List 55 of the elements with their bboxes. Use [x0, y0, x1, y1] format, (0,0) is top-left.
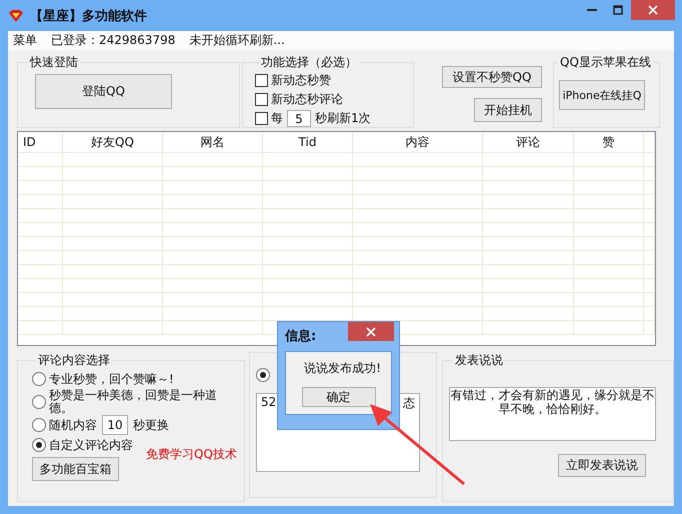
column-header[interactable]: 评论	[483, 132, 574, 152]
radio-button[interactable]	[32, 438, 46, 452]
column-header[interactable]: 内容	[353, 132, 483, 152]
iphone-online-button[interactable]: iPhone在线挂Q	[559, 80, 645, 110]
close-button[interactable]	[631, 0, 675, 20]
number-field[interactable]: 5	[287, 110, 311, 127]
login-button[interactable]: 登陆QQ	[35, 74, 172, 109]
column-header[interactable]: Tid	[263, 132, 353, 152]
checkbox[interactable]	[255, 93, 268, 106]
number-field[interactable]: 10	[102, 415, 128, 435]
close-button[interactable]	[348, 322, 394, 341]
minimize-icon	[587, 9, 597, 11]
close-icon	[366, 326, 376, 336]
checkbox-label: 新动态秒赞	[271, 72, 331, 89]
radio-button[interactable]	[32, 372, 46, 386]
app-icon	[8, 10, 24, 22]
group-title: 评论内容选择	[37, 352, 111, 369]
radio-label: 秒更换	[133, 416, 169, 434]
publish-button[interactable]: 立即发表说说	[558, 454, 646, 477]
radio-button[interactable]	[256, 368, 270, 382]
close-icon	[648, 5, 658, 15]
menu-item[interactable]: 菜单	[13, 32, 37, 49]
checkbox[interactable]	[255, 74, 268, 87]
promo-text: 免费学习QQ技术	[146, 446, 237, 463]
maximize-icon	[613, 5, 623, 15]
ok-button[interactable]: 确定	[302, 387, 376, 407]
column-header[interactable]: ID	[18, 132, 63, 152]
group-title: QQ显示苹果在线	[559, 54, 652, 71]
text-fragment: 52	[261, 395, 276, 409]
action-button[interactable]: 开始挂机	[474, 98, 542, 122]
toolbox-button[interactable]: 多功能百宝箱	[32, 457, 119, 481]
login-status: 已登录：2429863798	[51, 32, 176, 49]
column-header[interactable]: 好友QQ	[63, 132, 163, 152]
group-title: 功能选择（必选）	[260, 54, 358, 71]
group-title: 快速登陆	[28, 54, 79, 71]
radio-button[interactable]	[32, 418, 46, 432]
text-fragment: 态	[403, 395, 415, 412]
radio-button[interactable]	[32, 395, 46, 409]
checkbox-label: 秒刷新1次	[315, 110, 371, 127]
checkbox[interactable]	[255, 112, 268, 125]
dialog-message: 说说发布成功!	[304, 360, 381, 377]
checkbox-label: 新动态秒评论	[271, 91, 343, 108]
radio-label: 自定义评论内容	[49, 438, 133, 452]
group-title: 发表说说	[454, 352, 504, 369]
column-header[interactable]: 网名	[163, 132, 263, 152]
checkbox-label: 每	[271, 110, 283, 127]
dialog-title: 信息:	[285, 328, 316, 345]
refresh-status: 未开始循环刷新...	[189, 32, 285, 49]
radio-label: 秒赞是一种美德，回赞是一种道德。	[49, 389, 218, 415]
column-header[interactable]: 赞	[574, 132, 644, 152]
action-button[interactable]: 设置不秒赞QQ	[442, 66, 542, 88]
radio-label: 专业秒赞，回个赞嘛～!	[49, 372, 174, 386]
radio-label: 随机内容	[49, 416, 97, 434]
post-text-area[interactable]: 有错过，才会有新的遇见，缘分就是不早不晚，恰恰刚好。	[449, 387, 656, 441]
window-title: 【星座】多功能软件	[30, 8, 147, 24]
